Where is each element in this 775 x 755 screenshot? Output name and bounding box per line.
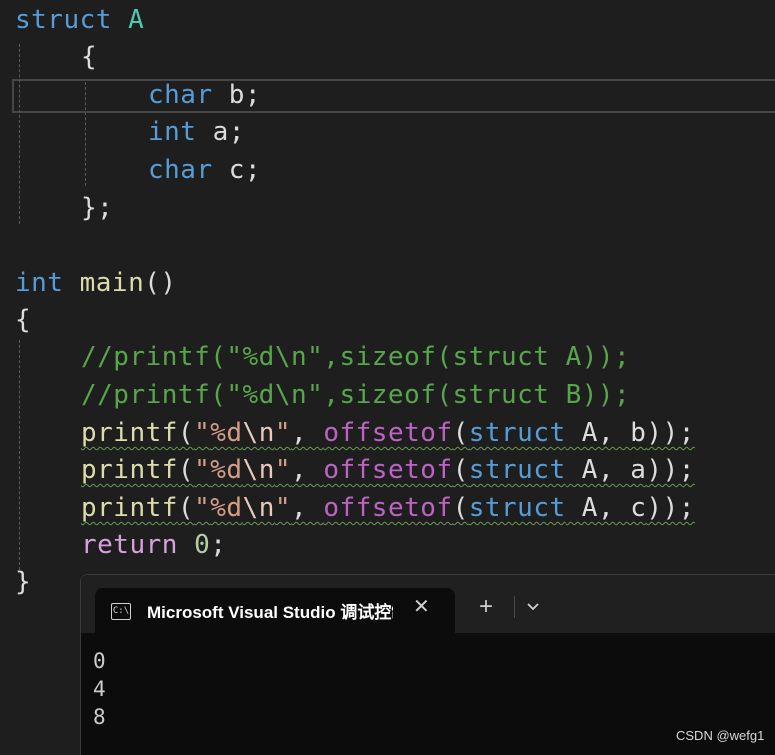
- code-line-8[interactable]: int main(): [15, 265, 177, 302]
- keyword-char: char: [148, 80, 213, 110]
- terminal-tab[interactable]: C:\ Microsoft Visual Studio 调试控制台 ✕: [95, 588, 455, 633]
- code-line-16[interactable]: }: [15, 564, 31, 601]
- function-printf: printf: [81, 418, 178, 448]
- code-line-14[interactable]: printf("%d\n", offsetof(struct A, c));: [81, 490, 695, 527]
- args: A, b: [565, 418, 647, 448]
- comment: //printf("%d\n",sizeof(struct B));: [81, 380, 631, 410]
- keyword-int: int: [148, 117, 197, 147]
- code-line-6[interactable]: };: [81, 190, 113, 227]
- comma: ,: [291, 455, 324, 485]
- string-quote: ": [194, 418, 211, 448]
- format-specifier: %d: [210, 455, 243, 485]
- watermark: CSDN @wefg1: [676, 728, 765, 743]
- tab-separator: [514, 596, 515, 618]
- code-line-10[interactable]: //printf("%d\n",sizeof(struct A));: [81, 339, 630, 376]
- args: A, a: [565, 455, 647, 485]
- member-decl: a;: [196, 117, 245, 147]
- code-line-5[interactable]: char c;: [148, 152, 261, 189]
- keyword-return: return: [81, 530, 178, 560]
- output-line: 4: [93, 677, 106, 701]
- function-main: main: [79, 268, 145, 298]
- close-parens: ));: [646, 493, 695, 523]
- escape-sequence: \n: [242, 493, 275, 523]
- keyword-struct: struct: [468, 418, 566, 448]
- tab-title: Microsoft Visual Studio 调试控制台: [147, 603, 393, 622]
- comma: ,: [291, 418, 324, 448]
- string-quote: ": [274, 418, 292, 448]
- paren: (: [452, 493, 469, 523]
- console-output: 0 4 8: [93, 647, 106, 731]
- indent-guide: [85, 82, 86, 186]
- format-specifier: %d: [210, 493, 243, 523]
- type-name: A: [128, 5, 145, 35]
- comment: //printf("%d\n",sizeof(struct A));: [81, 342, 631, 372]
- keyword-char: char: [148, 155, 213, 185]
- macro-offsetof: offsetof: [323, 493, 453, 523]
- debug-console-window[interactable]: C:\ Microsoft Visual Studio 调试控制台 ✕ + 0 …: [80, 574, 775, 755]
- string-quote: ": [194, 455, 211, 485]
- console-icon: C:\: [111, 603, 131, 620]
- escape-sequence: \n: [242, 455, 275, 485]
- code-line-13[interactable]: printf("%d\n", offsetof(struct A, a));: [81, 452, 695, 489]
- close-icon[interactable]: ✕: [413, 594, 430, 619]
- closing-brace: }: [15, 567, 32, 597]
- member-decl: c;: [212, 155, 262, 185]
- close-parens: ));: [646, 418, 695, 448]
- paren: (: [177, 418, 195, 448]
- terminal-tab-bar: C:\ Microsoft Visual Studio 调试控制台 ✕ +: [81, 575, 775, 633]
- string-quote: ": [194, 493, 211, 523]
- new-tab-button[interactable]: +: [479, 595, 493, 619]
- indent-guide: [19, 340, 20, 570]
- code-line-1[interactable]: struct A: [15, 2, 144, 39]
- parens: (): [144, 268, 177, 298]
- paren: (: [177, 493, 195, 523]
- code-line-12[interactable]: printf("%d\n", offsetof(struct A, b));: [81, 415, 695, 452]
- semicolon: ;: [210, 530, 227, 560]
- args: A, c: [565, 493, 647, 523]
- paren: (: [452, 455, 469, 485]
- keyword-struct: struct: [468, 493, 566, 523]
- code-line-4[interactable]: int a;: [148, 114, 245, 151]
- code-line-3[interactable]: char b;: [148, 77, 261, 114]
- code-line-11[interactable]: //printf("%d\n",sizeof(struct B));: [81, 377, 630, 414]
- macro-offsetof: offsetof: [323, 418, 453, 448]
- paren: (: [452, 418, 469, 448]
- keyword-struct: struct: [15, 5, 112, 35]
- brace: {: [81, 42, 98, 72]
- close-parens: ));: [646, 455, 695, 485]
- member-decl: b;: [212, 80, 262, 110]
- indent-guide: [19, 44, 20, 224]
- code-line-9[interactable]: {: [15, 302, 31, 339]
- number-literal: 0: [194, 530, 211, 560]
- closing-brace: };: [81, 193, 114, 223]
- format-specifier: %d: [210, 418, 243, 448]
- function-printf: printf: [81, 455, 178, 485]
- chevron-down-icon[interactable]: [526, 599, 540, 613]
- output-line: 8: [93, 705, 106, 729]
- string-quote: ": [274, 493, 292, 523]
- paren: (: [177, 455, 195, 485]
- output-line: 0: [93, 649, 106, 673]
- escape-sequence: \n: [242, 418, 275, 448]
- current-line-highlight: [12, 79, 775, 113]
- macro-offsetof: offsetof: [323, 455, 453, 485]
- string-quote: ": [274, 455, 292, 485]
- comma: ,: [291, 493, 324, 523]
- function-printf: printf: [81, 493, 178, 523]
- keyword-struct: struct: [468, 455, 566, 485]
- brace: {: [15, 305, 32, 335]
- keyword-int: int: [15, 268, 64, 298]
- code-line-2[interactable]: {: [81, 39, 97, 76]
- code-line-15[interactable]: return 0;: [81, 527, 226, 564]
